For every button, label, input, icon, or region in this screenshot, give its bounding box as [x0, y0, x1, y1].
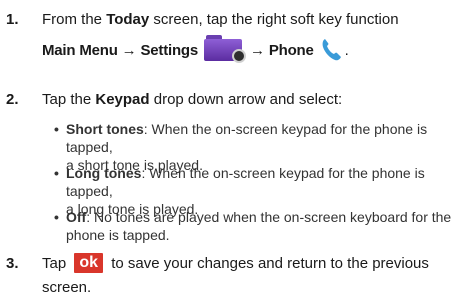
instruction-page: 1. From the Today screen, tap the right …	[0, 0, 472, 305]
step-text: From the Today screen, tap the right sof…	[42, 10, 466, 63]
step-text-line2: screen.	[42, 279, 92, 296]
settings-folder-icon	[204, 33, 247, 63]
step-number: 1.	[6, 11, 19, 28]
step-text-suffix: screen, tap the right soft key function	[149, 11, 399, 28]
option-name: Off	[66, 209, 87, 225]
option-desc: : No tones are played when the on-screen…	[86, 209, 452, 225]
step-text: Tap the Keypad drop down arrow and selec…	[42, 90, 466, 110]
keypad-label: Keypad	[95, 91, 150, 108]
option-name: Long tones	[66, 165, 142, 181]
step-text-prefix: From the	[42, 11, 107, 28]
settings-label: Settings	[140, 41, 199, 59]
step-end: .	[344, 41, 349, 59]
ok-button[interactable]: ok	[74, 252, 104, 273]
option-name: Short tones	[66, 121, 144, 137]
list-item: • Off: No tones are played when the on-s…	[54, 208, 466, 244]
option-desc-line2: phone is tapped.	[66, 227, 170, 243]
arrow-icon: →	[121, 41, 137, 59]
step-text-prefix: Tap	[42, 255, 71, 272]
phone-label: Phone	[268, 41, 314, 59]
arrow-icon: →	[250, 41, 265, 59]
today-label: Today	[106, 11, 150, 28]
step-text-prefix: Tap the	[42, 91, 96, 108]
step-number: 2.	[6, 91, 19, 108]
step-text: Tap ok to save your changes and return t…	[42, 252, 466, 298]
main-menu-label: Main Menu	[42, 41, 118, 59]
phone-handset-icon	[322, 39, 341, 61]
bullet-icon: •	[54, 209, 59, 225]
bullet-icon: •	[54, 165, 59, 181]
step-number: 3.	[6, 255, 19, 272]
step-text-suffix: drop down arrow and select:	[149, 91, 343, 108]
step-text-suffix: to save your changes and return to the p…	[107, 255, 429, 272]
bullet-icon: •	[54, 121, 59, 137]
